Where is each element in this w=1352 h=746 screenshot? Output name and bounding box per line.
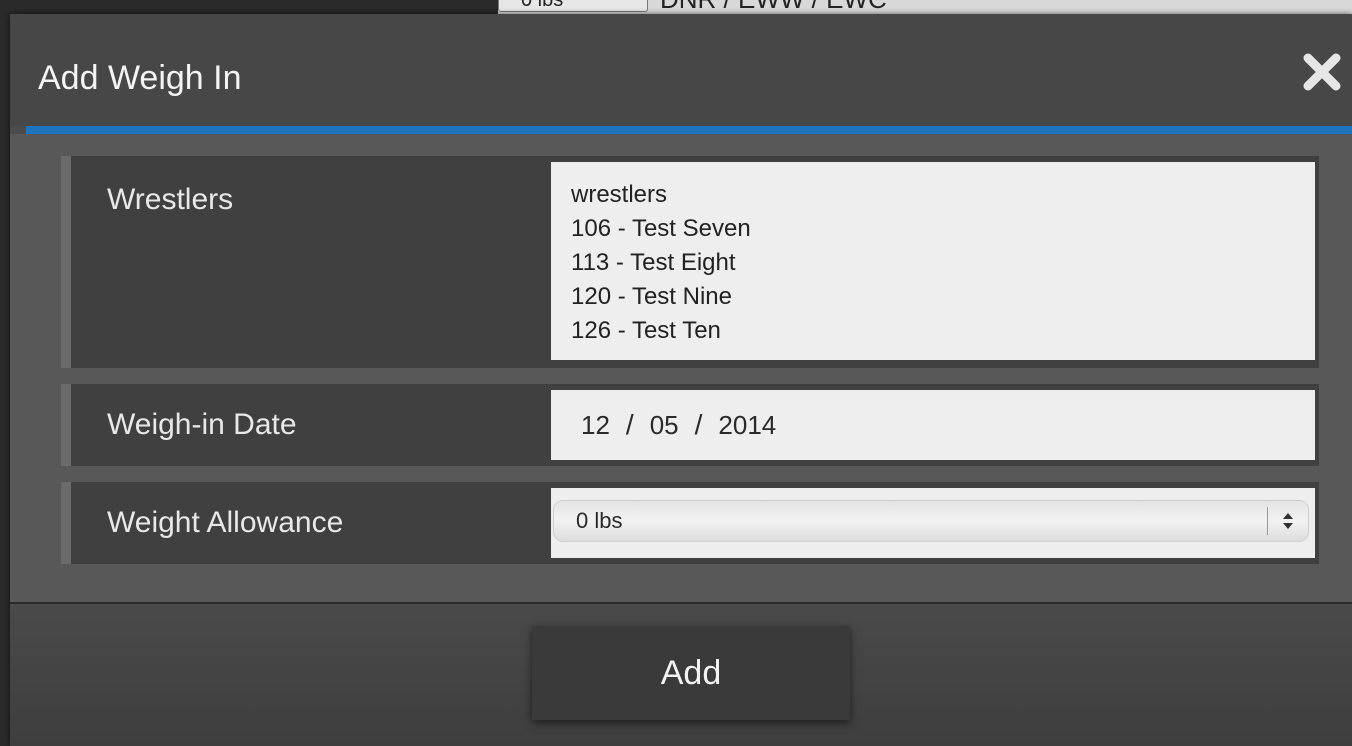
date-separator: / [625, 409, 634, 440]
weight-allowance-row: Weight Allowance 0 lbs [61, 482, 1319, 564]
form-body: Wrestlers wrestlers 106 - Test Seven 113… [10, 134, 1352, 602]
up-down-arrows-icon [1283, 513, 1293, 529]
select-divider [1267, 507, 1268, 535]
weight-allowance-label: Weight Allowance [107, 506, 344, 539]
weigh-in-date-field[interactable]: 12 / 05 / 2014 [551, 390, 1315, 460]
date-separator: / [694, 409, 703, 440]
wrestlers-row: Wrestlers wrestlers 106 - Test Seven 113… [61, 156, 1319, 368]
background-label: DNR / EWW / EWC [660, 0, 887, 12]
background-select: 0 lbs [498, 0, 648, 12]
list-item[interactable]: 120 - Test Nine [571, 280, 1315, 314]
add-weigh-in-dialog: Add Weigh In Wrestlers wrestlers 106 - T… [10, 14, 1352, 746]
add-button[interactable]: Add [532, 626, 850, 720]
date-year[interactable]: 2014 [718, 408, 776, 442]
wrestlers-listbox[interactable]: wrestlers 106 - Test Seven 113 - Test Ei… [551, 162, 1315, 360]
close-icon[interactable] [1300, 50, 1344, 94]
header-accent-rule [26, 126, 1352, 134]
list-item[interactable]: 126 - Test Ten [571, 314, 1315, 348]
list-item[interactable]: 113 - Test Eight [571, 246, 1315, 280]
weight-allowance-field: 0 lbs [551, 488, 1315, 558]
dialog-header: Add Weigh In [10, 14, 1352, 126]
dialog-title: Add Weigh In [38, 59, 242, 97]
dialog-footer: Add [10, 604, 1352, 746]
weight-allowance-select[interactable]: 0 lbs [553, 500, 1309, 542]
background-row: 0 lbs DNR / EWW / EWC [498, 0, 1352, 14]
weight-allowance-value: 0 lbs [576, 508, 623, 533]
wrestlers-label: Wrestlers [107, 183, 234, 216]
list-item[interactable]: wrestlers [571, 178, 1315, 212]
list-item[interactable]: 106 - Test Seven [571, 212, 1315, 246]
weigh-in-date-row: Weigh-in Date 12 / 05 / 2014 [61, 384, 1319, 466]
date-day[interactable]: 05 [650, 408, 679, 442]
weigh-in-date-label: Weigh-in Date [107, 408, 297, 441]
date-input[interactable]: 12 / 05 / 2014 [581, 408, 776, 442]
date-month[interactable]: 12 [581, 408, 610, 442]
